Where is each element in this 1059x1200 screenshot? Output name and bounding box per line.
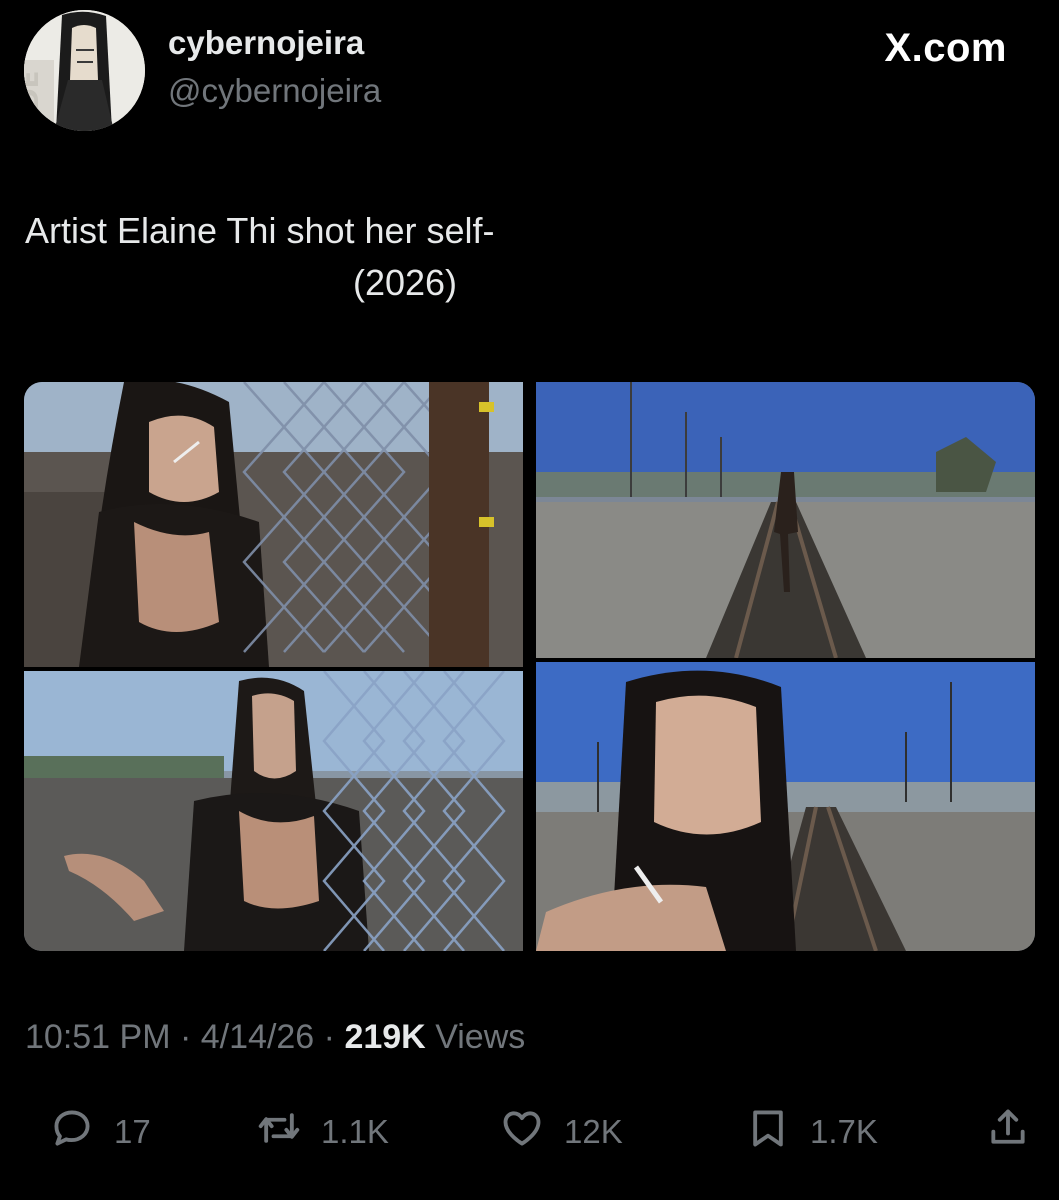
views-label: Views bbox=[435, 1018, 526, 1056]
author-display-name[interactable]: cybernojeira bbox=[168, 24, 364, 62]
bookmark-count: 1.7K bbox=[810, 1113, 878, 1150]
tweet-text-line-2: (2026) bbox=[352, 262, 458, 303]
tweet-date[interactable]: 4/14/26 bbox=[201, 1018, 314, 1056]
repost-icon bbox=[257, 1106, 301, 1158]
repost-button[interactable]: 1.1K bbox=[257, 1100, 389, 1164]
bookmark-button[interactable]: 1.7K bbox=[746, 1100, 878, 1164]
tweet-text: Artist Elaine Thi shot her self- (2026) bbox=[25, 205, 645, 309]
like-button[interactable]: 12K bbox=[500, 1100, 623, 1164]
x-brand-logo: X.com bbox=[884, 26, 1007, 70]
reply-button[interactable]: 17 bbox=[50, 1100, 151, 1164]
share-button[interactable] bbox=[986, 1100, 1030, 1164]
reply-icon bbox=[50, 1106, 94, 1158]
photo-fence-smoking-seated[interactable] bbox=[24, 671, 523, 951]
photo-railroad-tracks-walking[interactable] bbox=[536, 382, 1035, 658]
svg-text:DE: DE bbox=[24, 71, 45, 110]
photo-chainlink-fence-smoking[interactable] bbox=[24, 382, 523, 667]
bookmark-icon bbox=[746, 1106, 790, 1158]
views-count: 219K bbox=[344, 1018, 426, 1056]
photo-railroad-portrait-cigarette[interactable] bbox=[536, 662, 1035, 951]
meta-separator: · bbox=[323, 1018, 335, 1056]
avatar-image: DE bbox=[24, 10, 145, 131]
tweet-text-line-1: Artist Elaine Thi shot her self- bbox=[25, 210, 495, 251]
author-avatar[interactable]: DE bbox=[24, 10, 145, 131]
tweet-meta: 10:51 PM · 4/14/26 · 219K Views bbox=[25, 1018, 525, 1057]
repost-count: 1.1K bbox=[321, 1113, 389, 1150]
like-count: 12K bbox=[564, 1113, 623, 1150]
tweet-time[interactable]: 10:51 PM bbox=[25, 1018, 171, 1056]
share-icon bbox=[986, 1106, 1030, 1158]
author-handle[interactable]: @cybernojeira bbox=[168, 72, 381, 110]
reply-count: 17 bbox=[114, 1113, 151, 1150]
action-bar: 17 1.1K 12K 1.7K bbox=[0, 1100, 1059, 1164]
heart-icon bbox=[500, 1106, 544, 1158]
meta-separator: · bbox=[179, 1018, 192, 1056]
media-grid bbox=[24, 382, 1035, 951]
